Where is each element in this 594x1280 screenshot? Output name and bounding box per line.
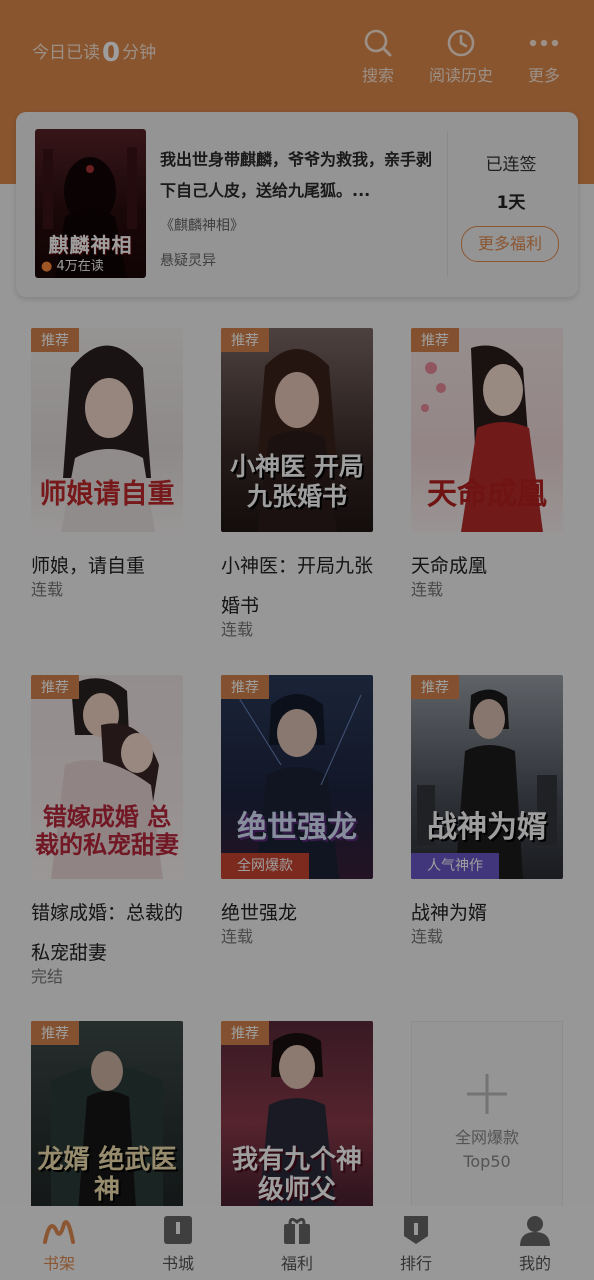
featured-cover-title: 麒麟神相 xyxy=(48,233,133,257)
recommend-tag: 推荐 xyxy=(31,1021,79,1045)
history-button[interactable]: 阅读历史 xyxy=(421,28,501,86)
book-item[interactable]: 推荐 战神为婿 人气神作 战神为婿 连载 xyxy=(411,675,563,947)
tab-label: 书架 xyxy=(42,1254,75,1273)
tab-label: 我的 xyxy=(518,1254,551,1273)
book-item[interactable]: 推荐 错嫁成婚 总裁的私宠甜妻 错嫁成婚：总裁的私宠甜妻 完结 xyxy=(31,675,183,987)
book-cover[interactable]: 推荐 错嫁成婚 总裁的私宠甜妻 xyxy=(31,675,183,879)
book-cover[interactable]: 推荐 小神医 开局九张婚书 xyxy=(221,328,373,532)
book-item[interactable]: 推荐 龙婿 绝武医神 xyxy=(31,1021,183,1225)
recommend-tag: 推荐 xyxy=(411,328,459,352)
featured-description: 我出世身带麒麟，爷爷为救我，亲手剥下自己人皮，送给九尾狐。... xyxy=(160,150,433,200)
tab-bookstore[interactable]: 书城 xyxy=(138,1214,218,1274)
recommend-tag: 推荐 xyxy=(31,328,79,352)
book-cover[interactable]: 推荐 我有九个神级师父 xyxy=(221,1021,373,1225)
add-tile-line2: Top50 xyxy=(463,1152,511,1171)
featured-book-name: 《麒麟神相》 xyxy=(160,218,244,234)
cover-title: 绝世强龙 xyxy=(237,810,357,845)
profile-icon xyxy=(520,1216,550,1246)
cover-strip: 全网爆款 xyxy=(221,853,309,879)
recommend-tag: 推荐 xyxy=(411,675,459,699)
tab-label: 福利 xyxy=(280,1254,313,1273)
book-item[interactable]: 推荐 绝世强龙 全网爆款 绝世强龙 连载 xyxy=(221,675,373,947)
plus-icon xyxy=(467,1074,507,1114)
book-item[interactable]: 推荐 天命成凰 天命成凰 连载 xyxy=(411,328,563,600)
today-suffix: 分钟 xyxy=(122,43,157,63)
featured-reading-text: 4万在读 xyxy=(56,259,104,274)
fire-icon: ● xyxy=(41,259,53,274)
cover-title: 小神医 开局九张婚书 xyxy=(230,452,364,511)
recommend-tag: 推荐 xyxy=(221,675,269,699)
cover-title: 天命成凰 xyxy=(427,477,547,512)
book-status: 连载 xyxy=(221,620,254,639)
gift-icon xyxy=(284,1217,310,1244)
tab-ranking[interactable]: 排行 xyxy=(376,1214,456,1274)
history-label: 阅读历史 xyxy=(428,66,493,85)
bookshelf-icon xyxy=(43,1220,75,1244)
tab-label: 排行 xyxy=(399,1254,432,1273)
history-icon xyxy=(447,29,475,57)
add-tile-line1: 全网爆款 xyxy=(454,1128,519,1147)
search-icon xyxy=(364,29,392,57)
cover-title: 我有九个神级师父 xyxy=(231,1145,362,1205)
add-top50-tile[interactable]: 全网爆款 Top50 xyxy=(411,1021,563,1225)
card-divider xyxy=(447,132,448,277)
tab-bookshelf[interactable]: 书架 xyxy=(19,1214,99,1274)
featured-book-cover[interactable]: 麒麟神相 ● 4万在读 xyxy=(35,129,146,278)
cover-art xyxy=(417,689,557,879)
search-button[interactable]: 搜索 xyxy=(338,28,418,86)
tab-label: 书城 xyxy=(161,1254,194,1273)
search-label: 搜索 xyxy=(361,66,394,85)
recommend-tag: 推荐 xyxy=(221,328,269,352)
book-cover[interactable]: 推荐 师娘请自重 xyxy=(31,328,183,532)
book-item[interactable]: 推荐 小神医 开局九张婚书 小神医：开局九张婚书 连载 xyxy=(221,328,373,640)
ranking-icon xyxy=(404,1216,428,1244)
recommend-tag: 推荐 xyxy=(31,675,79,699)
more-icon xyxy=(529,39,559,47)
today-minutes: 0 xyxy=(102,38,121,68)
tab-profile[interactable]: 我的 xyxy=(495,1214,575,1274)
book-cover[interactable]: 推荐 绝世强龙 全网爆款 xyxy=(221,675,373,879)
featured-reading-count: ● 4万在读 xyxy=(41,255,104,274)
book-item[interactable]: 推荐 师娘请自重 师娘，请自重 连载 xyxy=(31,328,183,600)
signed-days: 1天 xyxy=(496,193,526,213)
today-reading: 今日已读0 分钟 xyxy=(32,38,156,68)
book-title: 小神医：开局九张婚书 xyxy=(221,555,374,617)
cover-strip: 人气神作 xyxy=(411,853,499,879)
recommend-tag: 推荐 xyxy=(221,1021,269,1045)
cover-title: 战神为婿 xyxy=(427,810,547,845)
signed-label: 已连签 xyxy=(485,155,537,175)
book-cover[interactable]: 推荐 战神为婿 人气神作 xyxy=(411,675,563,879)
book-title: 错嫁成婚：总裁的私宠甜妻 xyxy=(31,902,184,964)
book-cover[interactable]: 推荐 天命成凰 xyxy=(411,328,563,532)
more-label: 更多 xyxy=(527,66,560,85)
featured-category: 悬疑灵异 xyxy=(160,253,216,269)
cover-title: 错嫁成婚 总裁的私宠甜妻 xyxy=(35,803,179,859)
cover-title: 师娘请自重 xyxy=(39,479,175,510)
cover-art xyxy=(230,684,362,879)
book-item[interactable]: 推荐 我有九个神级师父 xyxy=(221,1021,373,1225)
more-welfare-button[interactable]: 更多福利 xyxy=(461,226,559,262)
today-prefix: 今日已读 xyxy=(32,43,100,63)
tab-welfare[interactable]: 福利 xyxy=(257,1214,337,1274)
featured-book-card[interactable]: 麒麟神相 ● 4万在读 我出世身带麒麟，爷爷为救我，亲手剥下自己人皮，送给九尾狐… xyxy=(16,112,578,297)
book-cover[interactable]: 推荐 龙婿 绝武医神 xyxy=(31,1021,183,1225)
cover-title: 龙婿 绝武医神 xyxy=(37,1145,177,1205)
bottom-tab-bar: 书架 书城 福利 排行 我的 xyxy=(0,1206,594,1280)
more-button[interactable]: 更多 xyxy=(504,28,584,86)
bookstore-icon xyxy=(164,1216,192,1244)
